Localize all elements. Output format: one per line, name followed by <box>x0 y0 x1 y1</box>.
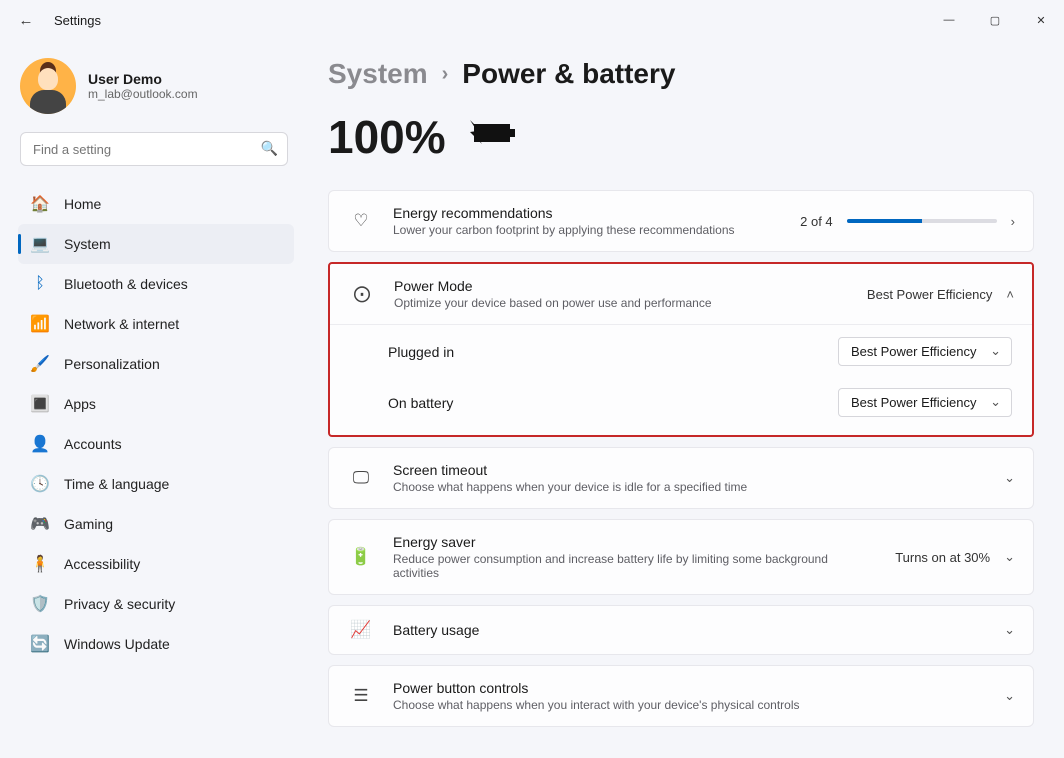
card-battery-usage[interactable]: 📈 Battery usage ⌄ <box>328 605 1034 655</box>
row-title: Power Mode <box>394 278 849 294</box>
chevron-down-icon: ⌄ <box>1004 688 1015 704</box>
accessibility-icon: 🧍 <box>30 554 50 574</box>
person-icon: 👤 <box>30 434 50 454</box>
window-controls: — ▢ ✕ <box>926 0 1064 40</box>
chevron-down-icon: ⌄ <box>1004 549 1015 565</box>
row-subtitle: Optimize your device based on power use … <box>394 296 849 310</box>
gamepad-icon: 🎮 <box>30 514 50 534</box>
row-subtitle: Lower your carbon footprint by applying … <box>393 223 782 237</box>
clock-icon: 🕓 <box>30 474 50 494</box>
back-button[interactable]: ← <box>12 12 40 29</box>
row-title: Energy recommendations <box>393 205 782 221</box>
card-energy-saver[interactable]: 🔋 Energy saver Reduce power consumption … <box>328 519 1034 595</box>
energy-progress: 2 of 4 › <box>800 214 1015 229</box>
brush-icon: 🖌️ <box>30 354 50 374</box>
plugged-in-select[interactable]: Best Power Efficiency <box>838 337 1012 366</box>
row-title: Screen timeout <box>393 462 986 478</box>
shield-icon: 🛡️ <box>30 594 50 614</box>
battery-charging-icon <box>468 118 524 157</box>
plugged-in-label: Plugged in <box>388 344 454 360</box>
profile[interactable]: User Demo m_lab@outlook.com <box>18 54 294 132</box>
progress-text: 2 of 4 <box>800 214 833 229</box>
card-power-mode: ⨀ Power Mode Optimize your device based … <box>328 262 1034 437</box>
row-title: Energy saver <box>393 534 877 550</box>
apps-icon: 🔳 <box>30 394 50 414</box>
breadcrumb-parent[interactable]: System <box>328 58 428 90</box>
breadcrumb: System › Power & battery <box>328 58 1034 90</box>
nav-apps[interactable]: 🔳Apps <box>18 384 294 424</box>
nav-personalization[interactable]: 🖌️Personalization <box>18 344 294 384</box>
plugged-in-row: Plugged in Best Power Efficiency <box>330 325 1032 378</box>
row-title: Power button controls <box>393 680 986 696</box>
on-battery-label: On battery <box>388 395 453 411</box>
user-email: m_lab@outlook.com <box>88 87 198 101</box>
battery-percent: 100% <box>328 110 446 164</box>
update-icon: 🔄 <box>30 634 50 654</box>
card-screen-timeout[interactable]: 🖵 Screen timeout Choose what happens whe… <box>328 447 1034 509</box>
chevron-down-icon: ⌄ <box>1004 470 1015 486</box>
chevron-down-icon: ⌄ <box>1004 622 1015 638</box>
row-subtitle: Reduce power consumption and increase ba… <box>393 552 877 580</box>
chevron-right-icon: › <box>442 63 449 86</box>
row-title: Battery usage <box>393 622 986 638</box>
wifi-icon: 📶 <box>30 314 50 334</box>
system-icon: 💻 <box>30 234 50 254</box>
row-subtitle: Choose what happens when you interact wi… <box>393 698 986 712</box>
row-subtitle: Choose what happens when your device is … <box>393 480 986 494</box>
nav-accounts[interactable]: 👤Accounts <box>18 424 294 464</box>
on-battery-row: On battery Best Power Efficiency <box>330 378 1032 435</box>
maximize-button[interactable]: ▢ <box>972 0 1018 40</box>
nav-system[interactable]: 💻System <box>18 224 294 264</box>
nav-list: 🏠Home 💻System ᛒBluetooth & devices 📶Netw… <box>18 184 294 664</box>
nav-accessibility[interactable]: 🧍Accessibility <box>18 544 294 584</box>
card-power-button-controls[interactable]: ☰ Power button controls Choose what happ… <box>328 665 1034 727</box>
on-battery-select[interactable]: Best Power Efficiency <box>838 388 1012 417</box>
card-energy-recommendations[interactable]: ♡ Energy recommendations Lower your carb… <box>328 190 1034 252</box>
page-title: Power & battery <box>462 58 675 90</box>
minimize-button[interactable]: — <box>926 0 972 40</box>
leaf-icon: ♡ <box>347 211 375 231</box>
window-title: Settings <box>54 13 101 28</box>
nav-home[interactable]: 🏠Home <box>18 184 294 224</box>
power-mode-summary: Best Power Efficiency <box>867 287 992 302</box>
monitor-icon: 🖵 <box>347 468 375 488</box>
gauge-icon: ⨀ <box>348 284 376 304</box>
list-icon: ☰ <box>347 686 375 706</box>
nav-privacy[interactable]: 🛡️Privacy & security <box>18 584 294 624</box>
chevron-up-icon: ˄ <box>1006 287 1014 302</box>
search-input[interactable] <box>20 132 288 166</box>
search-icon: 🔍 <box>261 140 278 157</box>
nav-update[interactable]: 🔄Windows Update <box>18 624 294 664</box>
user-name: User Demo <box>88 71 198 87</box>
progress-bar <box>847 219 997 223</box>
power-mode-header[interactable]: ⨀ Power Mode Optimize your device based … <box>330 264 1032 324</box>
titlebar: ← Settings — ▢ ✕ <box>0 0 1064 40</box>
battery-status: 100% <box>328 110 1034 164</box>
close-button[interactable]: ✕ <box>1018 0 1064 40</box>
energy-saver-value: Turns on at 30% <box>895 550 990 565</box>
nav-time-language[interactable]: 🕓Time & language <box>18 464 294 504</box>
nav-network[interactable]: 📶Network & internet <box>18 304 294 344</box>
sidebar: User Demo m_lab@outlook.com 🔍 🏠Home 💻Sys… <box>0 40 300 758</box>
nav-bluetooth[interactable]: ᛒBluetooth & devices <box>18 264 294 304</box>
avatar <box>20 58 76 114</box>
main: System › Power & battery 100% ♡ Energy r… <box>300 40 1064 758</box>
search-wrap: 🔍 <box>20 132 288 166</box>
battery-saver-icon: 🔋 <box>347 547 375 567</box>
chart-icon: 📈 <box>347 620 375 640</box>
chevron-right-icon: › <box>1011 214 1015 229</box>
home-icon: 🏠 <box>30 194 50 214</box>
nav-gaming[interactable]: 🎮Gaming <box>18 504 294 544</box>
bluetooth-icon: ᛒ <box>30 275 50 293</box>
